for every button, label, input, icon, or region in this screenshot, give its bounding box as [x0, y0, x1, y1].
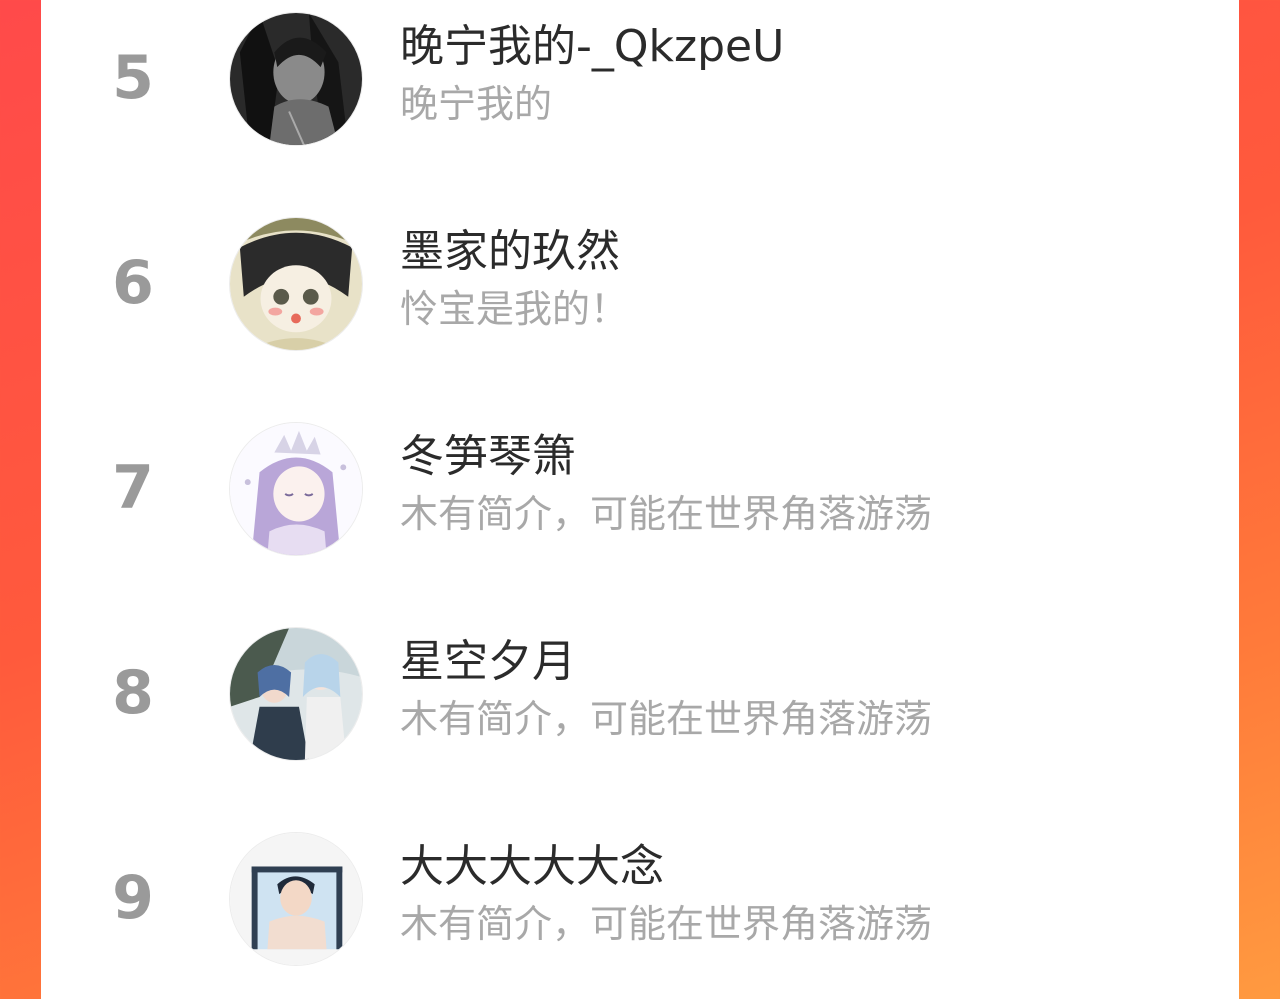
ranking-list-panel: 5 晚宁我的-_QkzpeU 晚宁我的 6 墨家的玖然 怜宝是我的！ 7 冬笋琴… — [41, 0, 1239, 999]
rank-number: 7 — [112, 453, 154, 523]
user-avatar[interactable] — [229, 12, 363, 146]
rank-number: 9 — [112, 863, 154, 933]
ranking-list-item[interactable]: 5 晚宁我的-_QkzpeU 晚宁我的 — [41, 0, 1239, 205]
user-bio: 晚宁我的 — [400, 82, 553, 126]
ranking-list-item[interactable]: 7 冬笋琴箫 木有简介，可能在世界角落游荡 — [41, 410, 1239, 615]
user-name: 冬笋琴箫 — [400, 431, 576, 482]
user-avatar[interactable] — [229, 422, 363, 556]
ranking-list-item[interactable]: 8 星空夕月 木有简介，可能在世界角落游荡 — [41, 615, 1239, 820]
user-bio: 木有简介，可能在世界角落游荡 — [400, 902, 933, 946]
user-name: 大大大大大念 — [400, 841, 664, 892]
user-bio: 木有简介，可能在世界角落游荡 — [400, 492, 933, 536]
user-name: 晚宁我的-_QkzpeU — [400, 21, 785, 72]
rank-number: 5 — [112, 43, 154, 113]
avatar-lavender-hair-portrait-icon — [230, 423, 362, 555]
user-avatar[interactable] — [229, 832, 363, 966]
avatar-dark-anime-portrait-icon — [230, 13, 362, 145]
user-bio: 木有简介，可能在世界角落游荡 — [400, 697, 933, 741]
user-bio: 怜宝是我的！ — [400, 287, 629, 331]
avatar-two-characters-illustration-icon — [230, 628, 362, 760]
avatar-chibi-anime-portrait-icon — [230, 218, 362, 350]
avatar-boy-in-doorway-icon — [230, 833, 362, 965]
user-avatar[interactable] — [229, 217, 363, 351]
user-name: 星空夕月 — [400, 636, 576, 687]
ranking-list-item[interactable]: 6 墨家的玖然 怜宝是我的！ — [41, 205, 1239, 410]
rank-number: 8 — [112, 658, 154, 728]
user-avatar[interactable] — [229, 627, 363, 761]
ranking-list-item[interactable]: 9 大大大大大念 木有简介，可能在世界角落游荡 — [41, 820, 1239, 999]
rank-number: 6 — [112, 248, 154, 318]
user-name: 墨家的玖然 — [400, 226, 620, 277]
